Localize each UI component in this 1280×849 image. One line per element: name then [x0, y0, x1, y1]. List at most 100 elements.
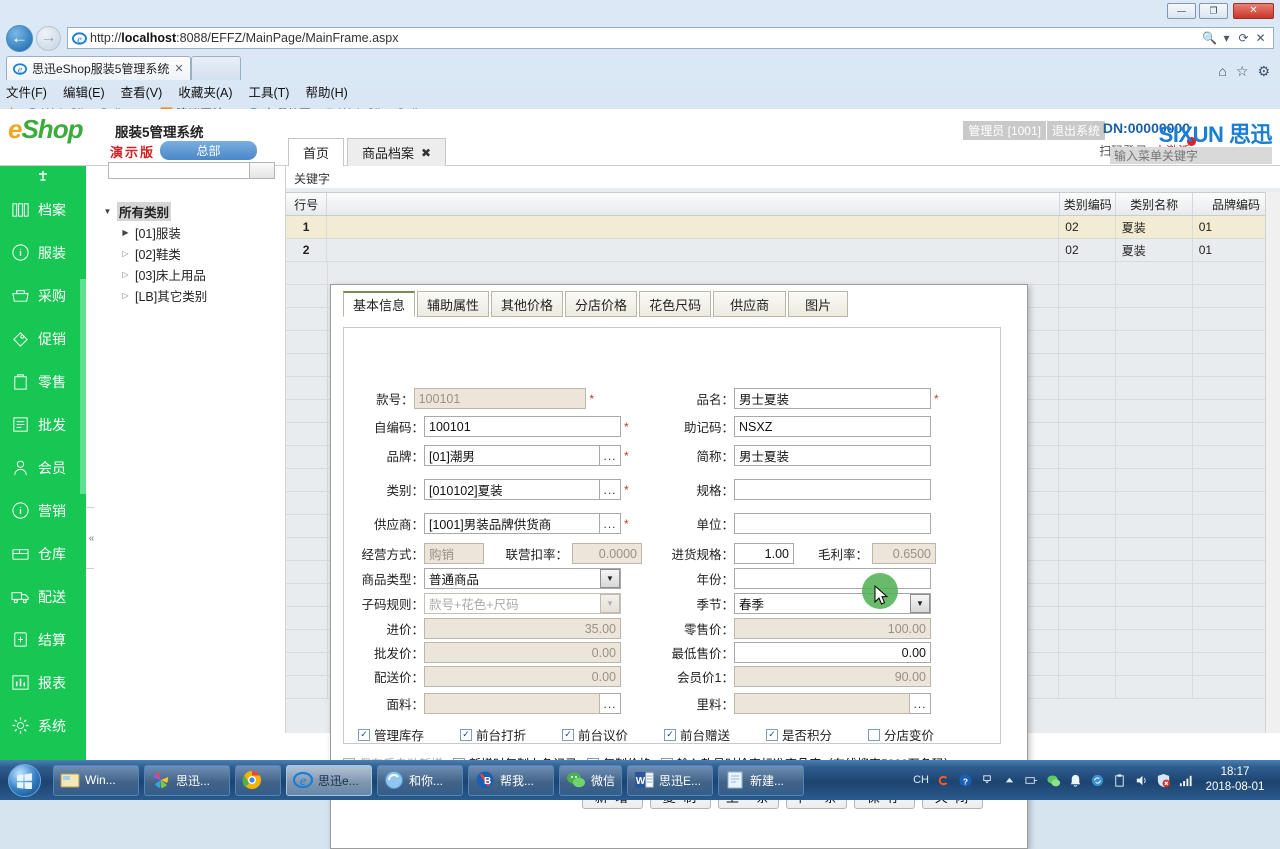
menu-edit[interactable]: 编辑(E): [63, 82, 105, 101]
tree-node-bedding[interactable]: ▷ [03]床上用品: [102, 264, 285, 285]
stop-icon[interactable]: ✕: [1252, 31, 1269, 45]
tab-other-prices[interactable]: 其他价格: [491, 291, 564, 317]
back-button[interactable]: ←: [6, 24, 33, 52]
lining-field[interactable]: [734, 693, 910, 714]
sync-icon[interactable]: [1090, 773, 1105, 788]
taskbar-clock[interactable]: 18:17 2018-08-01: [1200, 765, 1274, 795]
tree-node-other[interactable]: ▷ [LB]其它类别: [102, 285, 285, 306]
checkbox-front-bargain[interactable]: ✓ 前台议价: [562, 725, 664, 744]
tab-color-size[interactable]: 花色尺码: [639, 291, 712, 317]
taskbar-item-wechat[interactable]: 微信: [559, 764, 623, 796]
hq-badge[interactable]: 总部: [160, 141, 257, 160]
chevron-down-icon[interactable]: ▼: [600, 594, 620, 613]
checkbox-box[interactable]: ✓: [358, 728, 370, 741]
taskbar-item-sixun[interactable]: 思迅...: [144, 764, 230, 796]
sidebar-item-reports[interactable]: 报表: [0, 661, 86, 704]
checkbox-front-discount[interactable]: ✓ 前台打折: [460, 725, 562, 744]
sidebar-item-apparel[interactable]: 服装: [0, 231, 86, 274]
sidebar-item-warehouse[interactable]: 仓库: [0, 532, 86, 575]
grid-col-cat-code[interactable]: 类别编码: [1060, 193, 1117, 215]
wechat-tray-icon[interactable]: [1046, 773, 1061, 788]
checkbox-points[interactable]: ✓ 是否积分: [766, 725, 868, 744]
chevron-right-icon[interactable]: ▷: [120, 291, 131, 300]
lining-picker-button[interactable]: ...: [910, 693, 931, 714]
unit-field[interactable]: [734, 513, 931, 534]
up-arrow-icon[interactable]: [1002, 773, 1017, 788]
supplier-picker-button[interactable]: ...: [600, 513, 621, 534]
tab-images[interactable]: 图片: [788, 291, 849, 317]
year-field[interactable]: [734, 568, 931, 589]
menu-view[interactable]: 查看(V): [121, 82, 163, 101]
min-price-field[interactable]: 0.00: [734, 642, 931, 663]
category-picker-button[interactable]: ...: [600, 479, 621, 500]
supplier-field[interactable]: [1001]男装品牌供货商: [424, 513, 600, 534]
forward-button[interactable]: →: [36, 25, 61, 51]
tree-search-input[interactable]: [108, 162, 260, 179]
brand-picker-button[interactable]: ...: [600, 445, 621, 466]
bell-icon[interactable]: [1068, 773, 1083, 788]
tab-close-icon[interactable]: ✖: [421, 146, 431, 160]
ime-language-indicator[interactable]: CH: [913, 774, 929, 786]
favorites-icon[interactable]: ☆: [1236, 63, 1249, 80]
specification-field[interactable]: [734, 479, 931, 500]
chevron-down-icon[interactable]: ▼: [910, 594, 930, 613]
tab-branch-prices[interactable]: 分店价格: [565, 291, 638, 317]
tab-aux-attributes[interactable]: 辅助属性: [417, 291, 490, 317]
chevron-right-icon[interactable]: ▶: [120, 228, 131, 237]
network-icon[interactable]: [1024, 773, 1039, 788]
checkbox-manage-stock[interactable]: ✓ 管理库存: [358, 725, 460, 744]
product-name-field[interactable]: 男士夏装: [734, 388, 931, 409]
chevron-right-icon[interactable]: ▷: [120, 249, 131, 258]
grid-col-cat-name[interactable]: 类别名称: [1116, 193, 1194, 215]
tab-home[interactable]: 首页: [288, 138, 345, 166]
tab-basic-info[interactable]: 基本信息: [343, 291, 416, 317]
chevron-down-icon[interactable]: ▼: [102, 207, 113, 216]
shield-icon[interactable]: [1156, 773, 1171, 788]
checkbox-branch-price-change[interactable]: 分店变价: [868, 725, 934, 744]
sidebar-item-marketing[interactable]: 营销: [0, 489, 86, 532]
menu-file[interactable]: 文件(F): [6, 82, 47, 101]
menu-tools[interactable]: 工具(T): [248, 82, 289, 101]
new-tab-button[interactable]: [190, 56, 241, 80]
chevron-down-icon[interactable]: ▾: [1218, 31, 1235, 45]
chevron-right-icon[interactable]: ▷: [120, 270, 131, 279]
signal-icon[interactable]: [1178, 773, 1193, 788]
checkbox-box[interactable]: [868, 728, 880, 741]
tree-node-shoes[interactable]: ▷ [02]鞋类: [102, 243, 285, 264]
tree-search-button[interactable]: [249, 162, 275, 179]
checkbox-box[interactable]: ✓: [664, 728, 676, 741]
refresh-icon[interactable]: ⟳: [1235, 31, 1252, 45]
expand-icon[interactable]: [980, 773, 995, 788]
tab-supplier[interactable]: 供应商: [713, 291, 787, 317]
grid-vertical-scrollbar[interactable]: [1265, 192, 1280, 733]
tab-close-icon[interactable]: ✕: [174, 62, 183, 75]
taskbar-item-bangwo[interactable]: B 帮我...: [468, 764, 554, 796]
logout-button[interactable]: 退出系统: [1046, 121, 1105, 140]
taskbar-item-explorer[interactable]: Win...: [53, 764, 139, 796]
sidebar-item-wholesale[interactable]: 批发: [0, 403, 86, 446]
season-select[interactable]: 春季: [734, 593, 931, 614]
sidebar-item-settlement[interactable]: 结算: [0, 618, 86, 661]
window-minimize-button[interactable]: —: [1167, 3, 1196, 19]
table-row[interactable]: 2 02 夏装 01: [286, 239, 1280, 262]
taskbar-item-heni[interactable]: 和你...: [377, 764, 463, 796]
window-maximize-button[interactable]: ❐: [1199, 3, 1228, 19]
address-bar[interactable]: e http://localhost:8088/EFFZ/MainPage/Ma…: [67, 27, 1274, 49]
tab-product-archive[interactable]: 商品档案 ✖: [347, 138, 447, 166]
menu-search-input[interactable]: [1110, 147, 1272, 164]
sogou-icon[interactable]: [936, 773, 951, 788]
tree-node-apparel[interactable]: ▶ [01]服装: [102, 222, 285, 243]
goods-type-select[interactable]: 普通商品: [424, 568, 621, 589]
window-close-button[interactable]: ✕: [1233, 3, 1274, 19]
checkbox-box[interactable]: ✓: [766, 728, 778, 741]
sidebar-item-delivery[interactable]: 配送: [0, 575, 86, 618]
short-name-field[interactable]: 男士夏装: [734, 445, 931, 466]
sidebar-item-purchase[interactable]: 采购: [0, 274, 86, 317]
table-row[interactable]: [286, 262, 1280, 285]
mnemonic-code-field[interactable]: NSXZ: [734, 416, 931, 437]
settings-icon[interactable]: ⚙: [1257, 63, 1270, 80]
volume-icon[interactable]: [1134, 773, 1149, 788]
clipboard-icon[interactable]: [1112, 773, 1127, 788]
tree-node-root[interactable]: ▼ 所有类别: [102, 201, 285, 222]
help-icon[interactable]: ?: [958, 773, 973, 788]
